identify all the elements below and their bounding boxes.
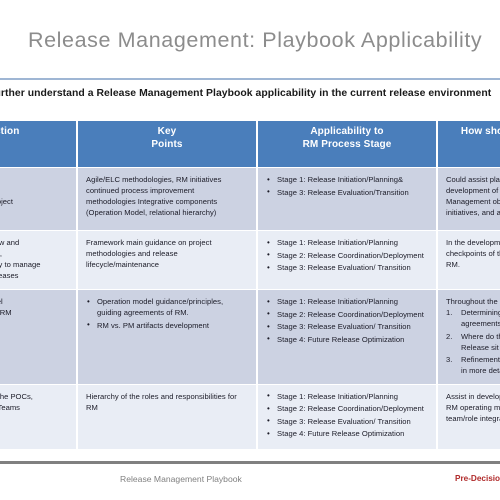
- stage-list: Stage 1: Release Initiation/Planning Sta…: [266, 390, 429, 440]
- cell-applicability: Stage 1: Release Initiation/Planning Sta…: [258, 290, 436, 384]
- footer-classification-label: Pre-Decisional: [455, 474, 500, 483]
- list-item: Determining the release-level agreements: [446, 307, 500, 328]
- table-row[interactable]: Operational/integrative RM Process detai…: [0, 449, 500, 450]
- list-item: Stage 1: Release Initiation/Planning: [266, 390, 429, 402]
- cell-key-points: RM Process detailed breakout: [78, 449, 256, 450]
- cell-key-points: Framework main guidance on project metho…: [78, 231, 256, 289]
- subtitle-band: To further understand a Release Manageme…: [0, 80, 500, 118]
- slide-subtitle: To further understand a Release Manageme…: [0, 88, 492, 99]
- slide-footer: Release Management Playbook Pre-Decision…: [0, 464, 500, 500]
- page-title: Release Management: Playbook Applicabili…: [28, 28, 483, 52]
- list-item: Stage 3: Release Evaluation/Transition: [266, 186, 429, 198]
- stage-list: Stage 1: Release Initiation/Planning Sta…: [266, 237, 429, 274]
- list-item: Refinement of the Operating Model in mor…: [446, 354, 500, 375]
- how-used-numbered-list: Determining the release-level agreements…: [446, 307, 500, 376]
- cell-key-points: Agile/ELC methodologies, RM initiatives …: [78, 168, 256, 230]
- key-points-list: Operation model guidance/principles, gui…: [86, 296, 249, 331]
- column-header-key-points[interactable]: Key Points: [78, 121, 256, 167]
- footer-document-label: Release Management Playbook: [120, 474, 242, 484]
- list-item: Stage 1: Release Initiation/Planning: [266, 296, 429, 308]
- cell-section: Operational/integrative: [0, 449, 76, 450]
- cell-section: Responsibilities of the POCs, Core and R…: [0, 384, 76, 449]
- column-header-how-used[interactable]: How should it be used: [438, 121, 500, 167]
- cell-applicability: Stage 1: Release Initiation/Planning Sta…: [258, 384, 436, 449]
- list-item: Stage 4: Future Release Optimization: [266, 428, 429, 440]
- applicability-table-viewport: Section Key Points Applicability to RM P…: [0, 120, 500, 450]
- list-item: Stage 3: Release Evaluation/ Transition: [266, 321, 429, 333]
- column-header-applicability[interactable]: Applicability to RM Process Stage: [258, 121, 436, 167]
- cell-applicability: Stage 1: Release Initiation/Planning& St…: [258, 168, 436, 230]
- list-item: RM vs. PM artifacts development: [86, 319, 249, 331]
- cell-key-points: Hierarchy of the roles and responsibilit…: [78, 384, 256, 449]
- cell-applicability: Stage 1: Release Initiation/Planning Sta…: [258, 231, 436, 289]
- cell-how-used: Throughout the RM process: Determining t…: [438, 290, 500, 384]
- list-item: Stage 4: Future Release Optimization: [266, 333, 429, 345]
- cell-section: RM operation model and agreements of RM: [0, 290, 76, 384]
- cell-how-used: Could assist planning and development of…: [438, 168, 500, 230]
- list-item: Stage 3: Release Evaluation/ Transition: [266, 262, 429, 274]
- list-item: Stage 2: Release Coordination/Deployment: [266, 403, 429, 415]
- slide-canvas: Release Management: Playbook Applicabili…: [0, 0, 500, 500]
- cell-section: Organization - level operating model, re…: [0, 168, 76, 230]
- list-item: Stage 2: Release Coordination/Deployment: [266, 249, 429, 261]
- list-item: Stage 1: Release Initiation/Planning: [266, 237, 429, 249]
- list-item: Stage 1: Release Initiation/Planning&: [266, 174, 429, 186]
- cell-how-used: In the development of the checkpoints of…: [438, 231, 500, 289]
- table-row[interactable]: Framework overview and processes, artifa…: [0, 231, 500, 289]
- cell-section: Framework overview and processes, artifa…: [0, 231, 76, 289]
- table-row[interactable]: Organization - level operating model, re…: [0, 168, 500, 230]
- stage-list: Stage 1: Release Initiation/Planning Sta…: [266, 296, 429, 345]
- cell-how-used: Assist in development of the Release Mil…: [438, 449, 500, 450]
- cell-key-points: Operation model guidance/principles, gui…: [78, 290, 256, 384]
- cell-how-used: Assist in development of the RM operatin…: [438, 384, 500, 449]
- list-item: Stage 3: Release Evaluation/ Transition: [266, 415, 429, 427]
- table-body: Organization - level operating model, re…: [0, 168, 500, 450]
- column-header-section[interactable]: Section: [0, 121, 76, 167]
- list-item: Stage 2: Release Coordination/Deployment: [266, 308, 429, 320]
- cell-applicability: Stage 1: Release Initiation/Planning: [258, 449, 436, 450]
- applicability-table: Section Key Points Applicability to RM P…: [0, 120, 500, 450]
- table-header-row: Section Key Points Applicability to RM P…: [0, 121, 500, 167]
- table-row[interactable]: RM operation model and agreements of RM …: [0, 290, 500, 384]
- table-row[interactable]: Responsibilities of the POCs, Core and R…: [0, 384, 500, 449]
- list-item: Where do the artifacts of the Release si…: [446, 331, 500, 352]
- list-item: Operation model guidance/principles, gui…: [86, 296, 249, 318]
- title-zone: Release Management: Playbook Applicabili…: [0, 0, 500, 78]
- stage-list: Stage 1: Release Initiation/Planning& St…: [266, 174, 429, 198]
